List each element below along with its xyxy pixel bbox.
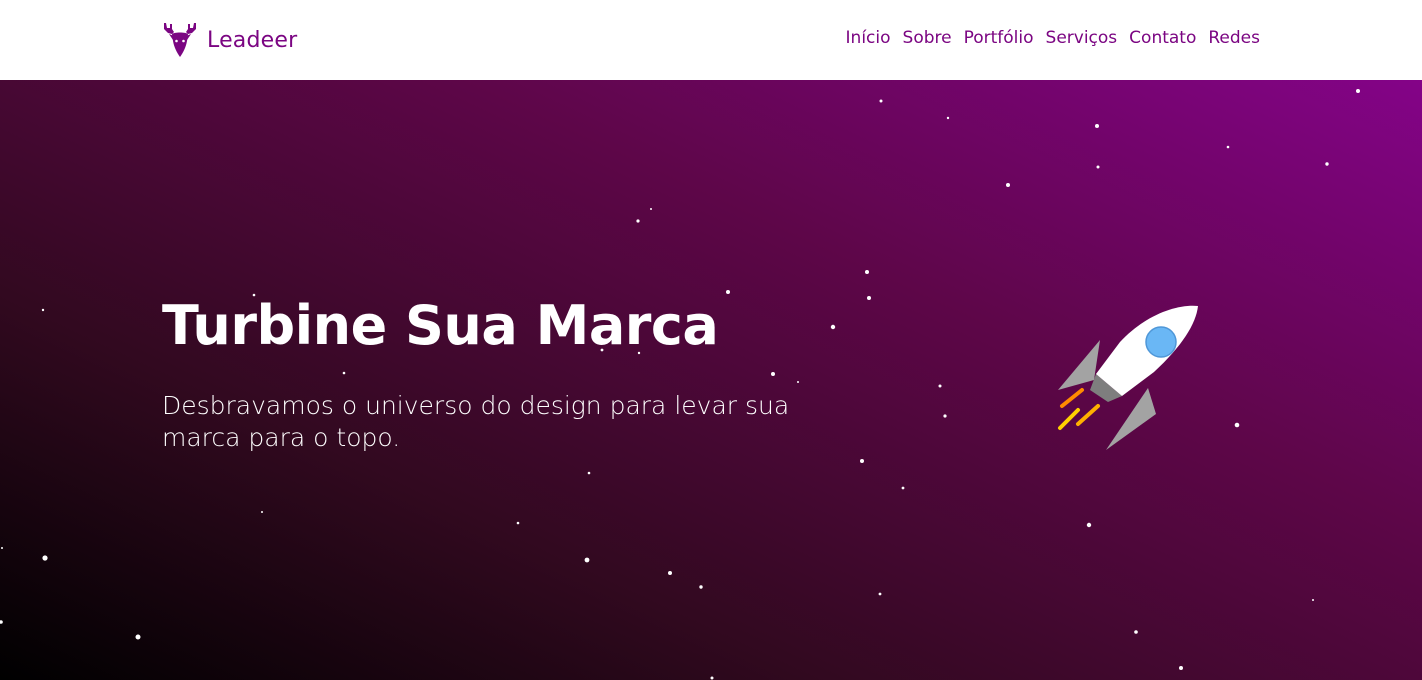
brand-logo-link[interactable]: Leadeer (161, 21, 297, 59)
hero-title: Turbine Sua Marca (162, 294, 719, 357)
hero-section: Turbine Sua Marca Desbravamos o universo… (0, 80, 1422, 680)
nav-link-redes[interactable]: Redes (1208, 28, 1260, 48)
hero-subtitle: Desbravamos o universo do design para le… (162, 391, 790, 452)
top-navbar: Leadeer Início Sobre Portfólio Serviços … (0, 0, 1422, 80)
rocket-icon (1050, 302, 1210, 466)
nav-link-sobre[interactable]: Sobre (903, 28, 952, 48)
nav-link-inicio[interactable]: Início (846, 28, 891, 48)
main-nav: Início Sobre Portfólio Serviços Contato … (846, 28, 1260, 48)
nav-link-portfolio[interactable]: Portfólio (964, 28, 1034, 48)
deer-head-icon (161, 21, 199, 59)
brand-name: Leadeer (207, 27, 298, 53)
nav-link-contato[interactable]: Contato (1129, 28, 1196, 48)
nav-link-servicos[interactable]: Serviços (1046, 28, 1118, 48)
